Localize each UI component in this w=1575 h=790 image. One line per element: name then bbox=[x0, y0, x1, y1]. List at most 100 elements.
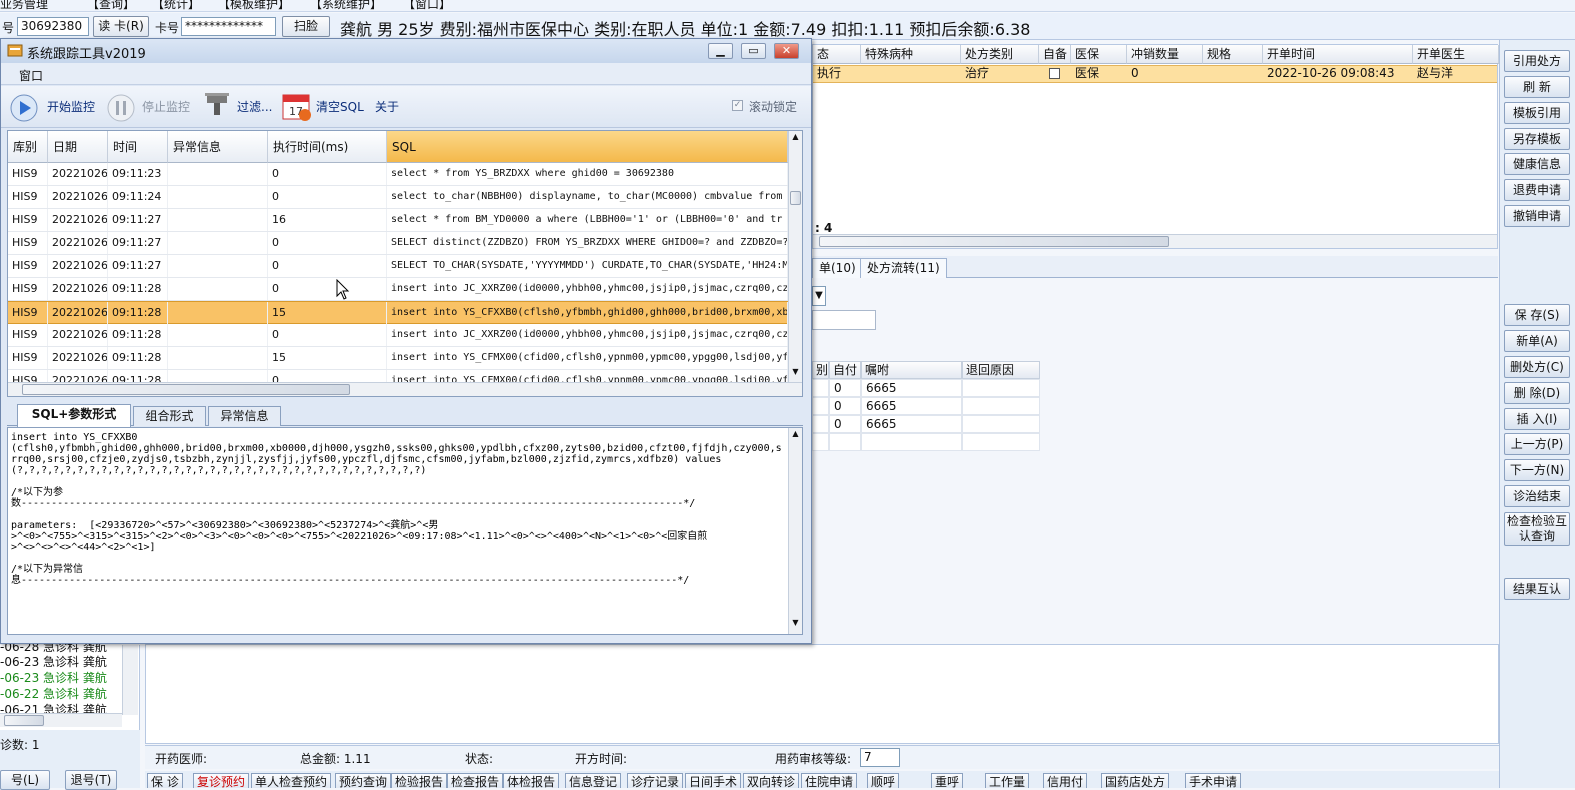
menu-system[interactable]: 【系统维护】 bbox=[310, 0, 382, 11]
cell-db: HIS9 bbox=[8, 255, 48, 277]
bottom-btn-17[interactable]: 手术申请 bbox=[1185, 773, 1242, 788]
grid-h-scrollbar[interactable] bbox=[8, 382, 802, 396]
delete-rx-button[interactable]: 删处方(C) bbox=[1504, 356, 1570, 378]
sql-trace-row[interactable]: HIS9 20221026 09:11:23 0 select * from YS_BR… bbox=[8, 163, 788, 186]
col-exec-ms[interactable]: 执行时间(ms) bbox=[268, 131, 387, 163]
self-supplied-checkbox[interactable] bbox=[1045, 65, 1071, 83]
sql-trace-row[interactable]: HIS9 20221026 09:11:27 16 select * from BM_… bbox=[8, 209, 788, 232]
filter-icon[interactable] bbox=[201, 91, 233, 123]
bottom-btn-14[interactable]: 工作量 bbox=[985, 773, 1030, 788]
bottom-btn-5[interactable]: 检查报告 bbox=[447, 773, 504, 788]
bottom-btn-9[interactable]: 日间手术 bbox=[685, 773, 742, 788]
calendar-clear-icon[interactable]: 17 bbox=[281, 91, 313, 123]
refund-request-button[interactable]: 退费申请 bbox=[1504, 179, 1570, 201]
menu-template[interactable]: 【模板维护】 bbox=[218, 0, 290, 11]
detail-v-scrollbar[interactable]: ▲ ▼ bbox=[788, 428, 802, 634]
result-mutual-button[interactable]: 结果互认 bbox=[1504, 578, 1570, 600]
template-reference-button[interactable]: 模板引用 bbox=[1504, 102, 1570, 124]
col-error[interactable]: 异常信息 bbox=[168, 131, 268, 163]
sql-trace-row[interactable]: HIS9 20221026 09:11:28 15 insert into YS_CFX… bbox=[8, 301, 788, 324]
sql-trace-row[interactable]: HIS9 20221026 09:11:24 0 select to_char(NBBH… bbox=[8, 186, 788, 209]
bottom-btn-1[interactable]: 复诊预约 bbox=[193, 773, 250, 788]
menu-window[interactable]: 【窗口】 bbox=[403, 0, 451, 11]
bottom-btn-8[interactable]: 诊疗记录 bbox=[627, 773, 684, 788]
menu-window-item[interactable]: 窗口 bbox=[19, 67, 43, 84]
pause-icon[interactable] bbox=[106, 93, 136, 123]
bottom-btn-10[interactable]: 双向转诊 bbox=[743, 773, 800, 788]
bottom-btn-16[interactable]: 国药店处方 bbox=[1101, 773, 1170, 788]
dropdown-arrow-icon[interactable]: ▼ bbox=[812, 286, 826, 306]
tab-sql-params[interactable]: SQL+参数形式 bbox=[17, 404, 131, 427]
previous-rx-button[interactable]: 上一方(P) bbox=[1504, 433, 1570, 455]
card-number-field[interactable]: ************* bbox=[181, 17, 276, 36]
col-db[interactable]: 库别 bbox=[8, 131, 48, 163]
patient-id-field[interactable]: 30692380 bbox=[17, 17, 89, 36]
text-field[interactable] bbox=[812, 310, 876, 330]
col-date[interactable]: 日期 bbox=[48, 131, 108, 163]
list-h-scrollbar[interactable] bbox=[0, 713, 122, 727]
close-icon[interactable]: ✕ bbox=[774, 43, 799, 59]
insert-button[interactable]: 插 入(I) bbox=[1504, 408, 1570, 430]
window-titlebar[interactable]: 系统跟踪工具v2019 ▁ ▭ ✕ bbox=[1, 39, 811, 63]
tab-exception[interactable]: 异常信息 bbox=[208, 406, 281, 426]
register-button[interactable]: 号(L) bbox=[0, 770, 50, 790]
review-level-field[interactable]: 7 bbox=[860, 748, 900, 767]
play-icon[interactable] bbox=[9, 93, 39, 123]
about-button[interactable]: 关于 bbox=[375, 98, 399, 115]
sql-trace-row[interactable]: HIS9 20221026 09:11:28 0 insert into JC_XXRZ… bbox=[8, 278, 788, 301]
tab-combined[interactable]: 组合形式 bbox=[133, 406, 206, 426]
bottom-btn-7[interactable]: 信息登记 bbox=[565, 773, 622, 788]
bottom-btn-4[interactable]: 检验报告 bbox=[391, 773, 448, 788]
read-card-button[interactable]: 读 卡(R) bbox=[93, 16, 149, 37]
unregister-button[interactable]: 退号(T) bbox=[65, 770, 117, 790]
start-monitor-button[interactable]: 开始监控 bbox=[47, 98, 95, 115]
bottom-btn-6[interactable]: 体检报告 bbox=[503, 773, 560, 788]
cell-db: HIS9 bbox=[8, 324, 48, 346]
finish-treatment-button[interactable]: 诊治结束 bbox=[1504, 485, 1570, 507]
exam-mutual-query-button[interactable]: 检查检验互认查询 bbox=[1504, 512, 1570, 546]
maximize-icon[interactable]: ▭ bbox=[741, 43, 766, 59]
menu-stats[interactable]: 【统计】 bbox=[152, 0, 200, 11]
refresh-button[interactable]: 刷 新 bbox=[1504, 76, 1570, 98]
sql-detail-panel[interactable]: insert into YS_CFXXB0 (cflsh0,yfbmbh,ghi… bbox=[7, 427, 803, 635]
list-item[interactable]: -06-22 急诊科 龚航 bbox=[0, 687, 107, 702]
scroll-lock-checkbox[interactable]: ✓ bbox=[732, 100, 743, 111]
clear-sql-button[interactable]: 清空SQL bbox=[316, 98, 364, 115]
bottom-btn-13[interactable]: 重呼 bbox=[931, 773, 964, 788]
tab-rx-list[interactable]: 单(10) bbox=[812, 258, 863, 278]
bottom-btn-11[interactable]: 住院申请 bbox=[801, 773, 858, 788]
menu-query[interactable]: 【查询】 bbox=[87, 0, 135, 11]
bottom-btn-3[interactable]: 预约查询 bbox=[335, 773, 392, 788]
filter-button[interactable]: 过滤... bbox=[237, 98, 272, 115]
minimize-icon[interactable]: ▁ bbox=[708, 43, 733, 59]
delete-button[interactable]: 删 除(D) bbox=[1504, 382, 1570, 404]
menu-business[interactable]: 业务管理 bbox=[0, 0, 48, 11]
list-item[interactable]: -06-23 急诊科 龚航 bbox=[0, 655, 107, 670]
sql-trace-row[interactable]: HIS9 20221026 09:11:27 0 SELECT TO_CHAR(SYSD… bbox=[8, 255, 788, 278]
col-time[interactable]: 时间 bbox=[108, 131, 168, 163]
list-item[interactable]: -06-23 急诊科 龚航 bbox=[0, 671, 107, 686]
cancel-request-button[interactable]: 撤销申请 bbox=[1504, 205, 1570, 227]
bottom-btn-2[interactable]: 单人检查预约 bbox=[251, 773, 332, 788]
visit-date: -06-23 bbox=[0, 671, 40, 685]
sql-trace-row[interactable]: HIS9 20221026 09:11:28 0 insert into JC_XXRZ… bbox=[8, 324, 788, 347]
sql-trace-row[interactable]: HIS9 20221026 09:11:27 0 SELECT distinct(ZZD… bbox=[8, 232, 788, 255]
save-as-template-button[interactable]: 另存模板 bbox=[1504, 128, 1570, 150]
grid-h-scrollbar[interactable] bbox=[813, 234, 1497, 248]
grid-v-scrollbar[interactable]: ▲ ▼ bbox=[788, 131, 802, 382]
save-button[interactable]: 保 存(S) bbox=[1504, 304, 1570, 326]
list-v-scrollbar[interactable] bbox=[122, 645, 138, 715]
bottom-btn-12[interactable]: 顺呼 bbox=[867, 773, 900, 788]
reference-rx-button[interactable]: 引用处方 bbox=[1504, 50, 1570, 72]
total-amount: 总金额: 1.11 bbox=[300, 752, 371, 766]
tab-rx-flow[interactable]: 处方流转(11) bbox=[860, 258, 947, 278]
sql-trace-row[interactable]: HIS9 20221026 09:11:28 15 insert into YS_CFM… bbox=[8, 347, 788, 370]
next-rx-button[interactable]: 下一方(N) bbox=[1504, 459, 1570, 481]
col-sql[interactable]: SQL bbox=[387, 131, 788, 163]
scan-face-button[interactable]: 扫脸 bbox=[282, 16, 330, 37]
bottom-btn-0[interactable]: 保 诊 bbox=[147, 773, 183, 788]
health-info-button[interactable]: 健康信息 bbox=[1504, 153, 1570, 175]
bottom-btn-15[interactable]: 信用付 bbox=[1043, 773, 1088, 788]
new-order-button[interactable]: 新单(A) bbox=[1504, 330, 1570, 352]
stop-monitor-button[interactable]: 停止监控 bbox=[142, 98, 190, 115]
